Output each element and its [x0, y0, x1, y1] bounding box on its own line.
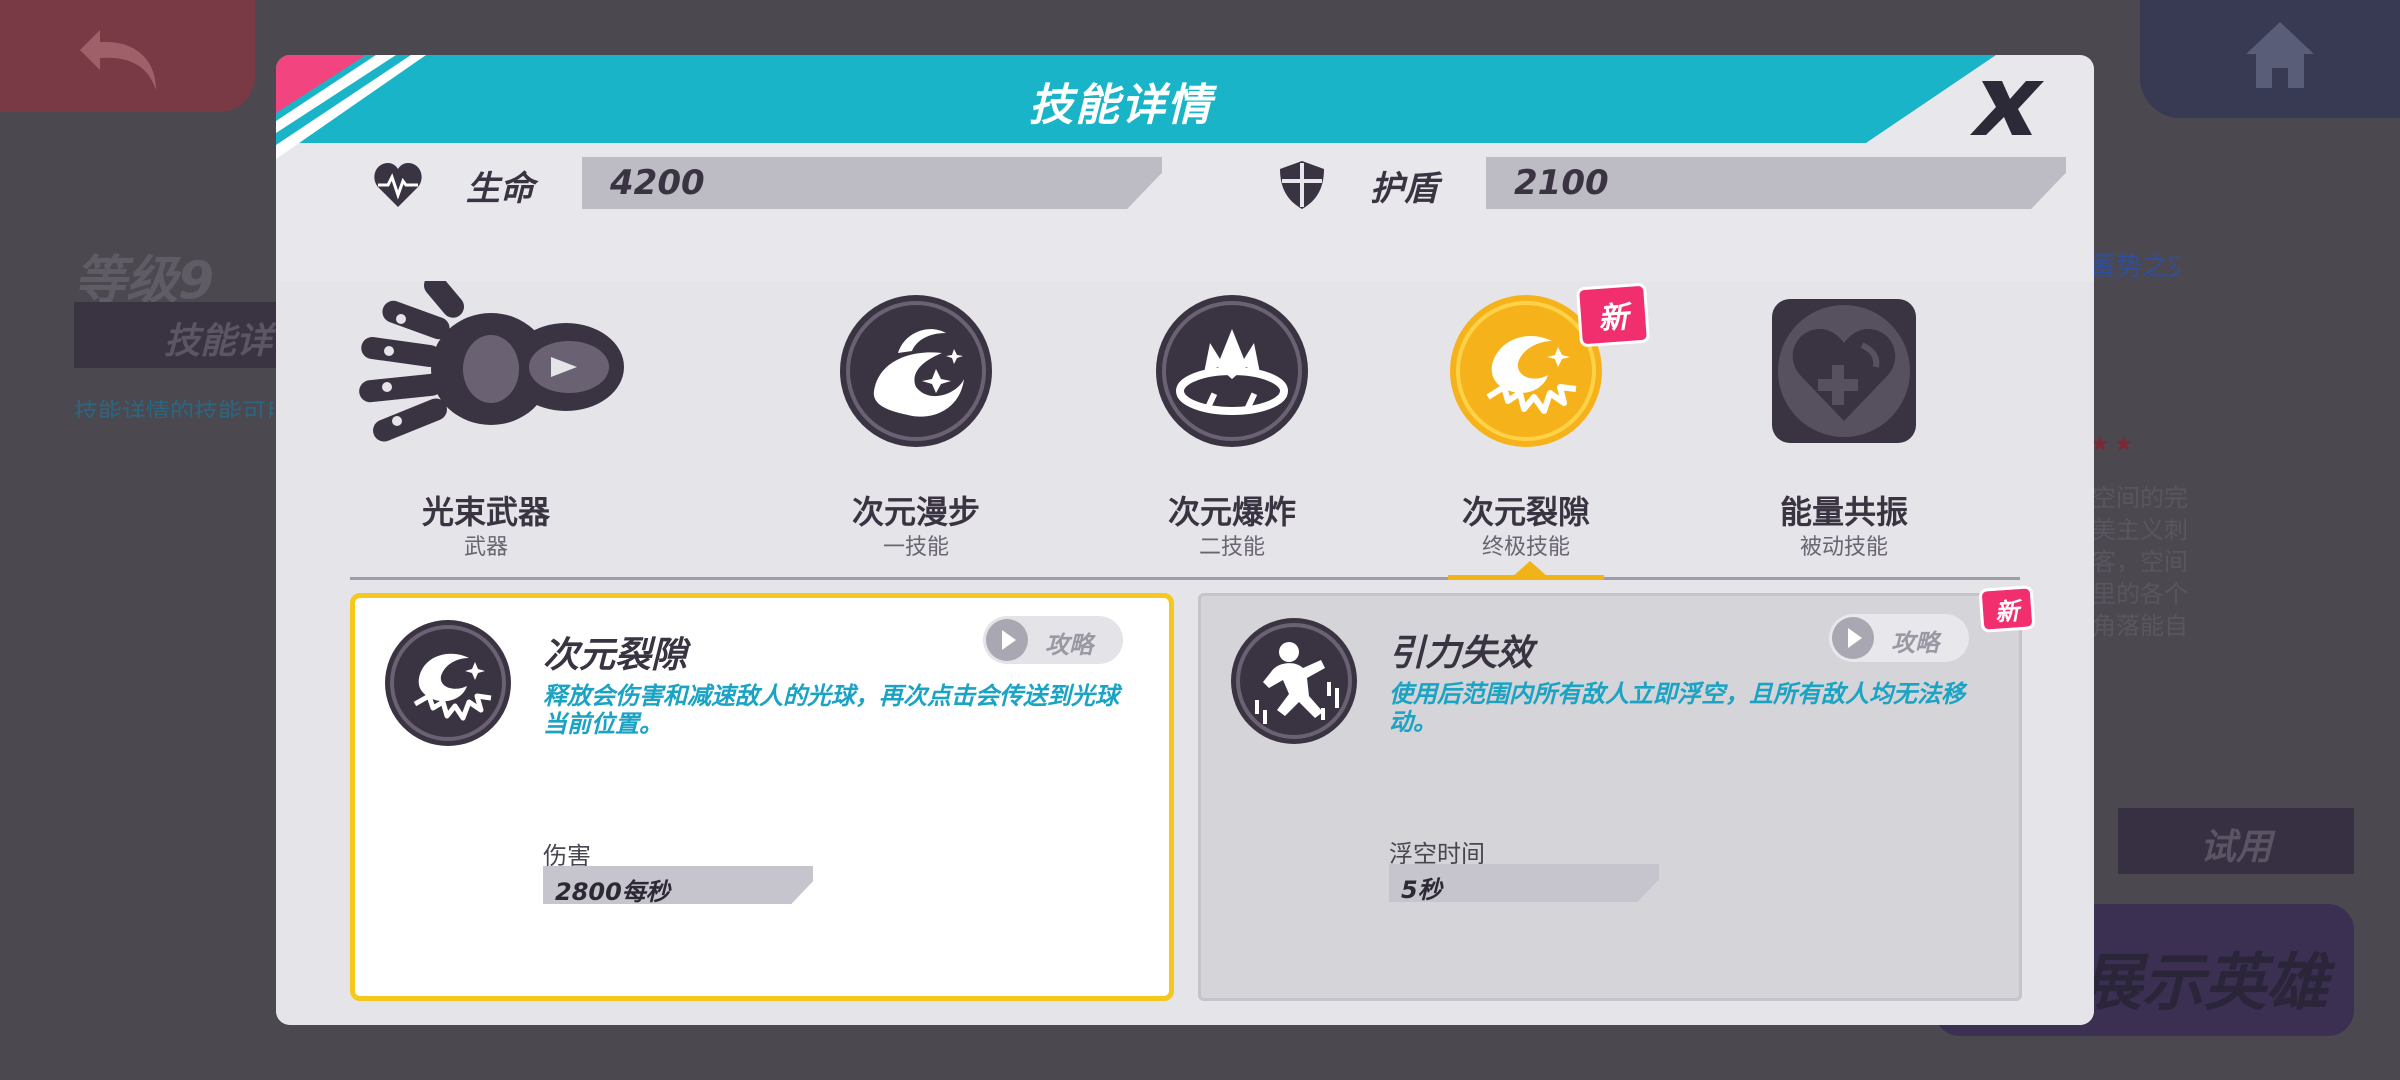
play-icon: [986, 619, 1028, 661]
tab-divider: [350, 577, 2020, 580]
skill-card-gravity[interactable]: 引力失效 使用后范围内所有敌人立即浮空，且所有敌人均无法移动。 攻略 浮空时间 …: [1198, 593, 2022, 1001]
new-badge-gravity: 新: [1978, 585, 2036, 633]
tab-active-caret: [1512, 561, 1548, 577]
shield-label: 护盾: [1370, 169, 1438, 209]
skill-tab-passive-type: 被动技能: [1799, 535, 1888, 560]
skill-tab-skill2-name: 次元爆炸: [1167, 493, 1296, 531]
energy-resonance-icon: [1772, 299, 1916, 443]
skills-area: 光束武器 武器 次元漫步 一技能 次元爆炸 二技能 次元裂隙 终极技能 新 能量…: [276, 281, 2094, 1025]
skill-detail-button-bg[interactable]: 技能详情: [74, 302, 308, 368]
skill-card-gravity-title: 引力失效: [1389, 633, 1534, 674]
skill-tab-ultimate-name: 次元裂隙: [1461, 493, 1590, 531]
play-icon: [1832, 617, 1874, 659]
shield-value: 2100: [1514, 163, 1609, 203]
hero-subtitle: 蓄势之灾: [2090, 252, 2180, 280]
skill-tab-skill1-type: 一技能: [882, 535, 949, 560]
rift-orb-icon: [385, 620, 511, 746]
modal-title: 技能详情: [1029, 80, 1213, 131]
skill-card-rift-desc: 释放会伤害和减速敌人的光球，再次点击会传送到光球当前位置。: [543, 682, 1119, 738]
close-icon[interactable]: [1968, 77, 2046, 139]
guide-button-rift-label: 攻略: [1045, 631, 1093, 659]
skill-tab-skill2-type: 二技能: [1198, 535, 1265, 560]
damage-label: 伤害: [543, 842, 591, 870]
hp-label: 生命: [466, 169, 534, 209]
back-button[interactable]: [0, 0, 255, 112]
show-hero-button-label: 展示英雄: [2080, 946, 2329, 1019]
skill-tab-ultimate-type: 终极技能: [1481, 535, 1570, 560]
home-button[interactable]: [2140, 0, 2400, 118]
damage-value: 2800每秒: [555, 878, 670, 906]
skill-card-gravity-desc: 使用后范围内所有敌人立即浮空，且所有敌人均无法移动。: [1389, 680, 1965, 736]
hero-description: 空间的完美主义刺客，空间里的各个角落能自己看不到的一，他的技能技巧多功能大多数行…: [2092, 484, 2188, 638]
skill-card-rift[interactable]: 次元裂隙 释放会伤害和减速敌人的光球，再次点击会传送到光球当前位置。 攻略 伤害…: [350, 593, 1174, 1001]
try-button-label: 试用: [2200, 827, 2273, 868]
skill-tab-passive-name: 能量共振: [1779, 493, 1908, 531]
try-button[interactable]: 试用: [2118, 808, 2354, 874]
home-icon: [2246, 22, 2314, 88]
float-time-value: 5秒: [1401, 876, 1442, 904]
skill-tab-weapon-type: 武器: [463, 535, 508, 560]
gravity-loss-icon: [1231, 618, 1357, 744]
shield-value-box: 2100: [1486, 157, 2066, 209]
new-badge-ultimate: 新: [1575, 282, 1651, 348]
skill-detail-modal: 技能详情 生命 4200 护盾 2100 光束武器 武器 次元漫步 一技能 次元…: [276, 55, 2094, 1025]
guide-button-gravity-label: 攻略: [1891, 629, 1939, 657]
skill-hint-text: 技能详情的技能可用: [74, 398, 274, 418]
skill-tab-skill2[interactable]: 次元爆炸 二技能: [1112, 291, 1352, 560]
skill-tab-passive[interactable]: 能量共振 被动技能: [1724, 291, 1964, 560]
damage-value-box: 2800每秒: [543, 866, 813, 904]
dimension-blast-icon: [1156, 295, 1308, 447]
back-arrow-icon: [80, 30, 156, 90]
skill-tab-skill1[interactable]: 次元漫步 一技能: [796, 291, 1036, 560]
dimension-walk-icon: [840, 295, 992, 447]
beam-gauntlet-icon: [359, 281, 624, 442]
hp-value: 4200: [610, 163, 705, 203]
skill-tab-weapon-name: 光束武器: [421, 493, 550, 531]
float-time-label: 浮空时间: [1389, 840, 1485, 868]
rating-stars: ★★: [2090, 432, 2138, 457]
shield-icon: [1280, 161, 1324, 209]
guide-button-rift[interactable]: 攻略: [983, 616, 1123, 664]
skill-card-rift-title: 次元裂隙: [543, 635, 688, 676]
guide-button-gravity[interactable]: 攻略: [1829, 614, 1969, 662]
float-time-value-box: 5秒: [1389, 864, 1659, 902]
hp-value-box: 4200: [582, 157, 1162, 209]
stats-bar: 生命 4200 护盾 2100: [276, 143, 2094, 281]
skill-tab-skill1-name: 次元漫步: [851, 493, 980, 531]
heart-pulse-icon: [374, 163, 422, 207]
skill-tab-weapon[interactable]: 光束武器 武器: [336, 281, 636, 560]
